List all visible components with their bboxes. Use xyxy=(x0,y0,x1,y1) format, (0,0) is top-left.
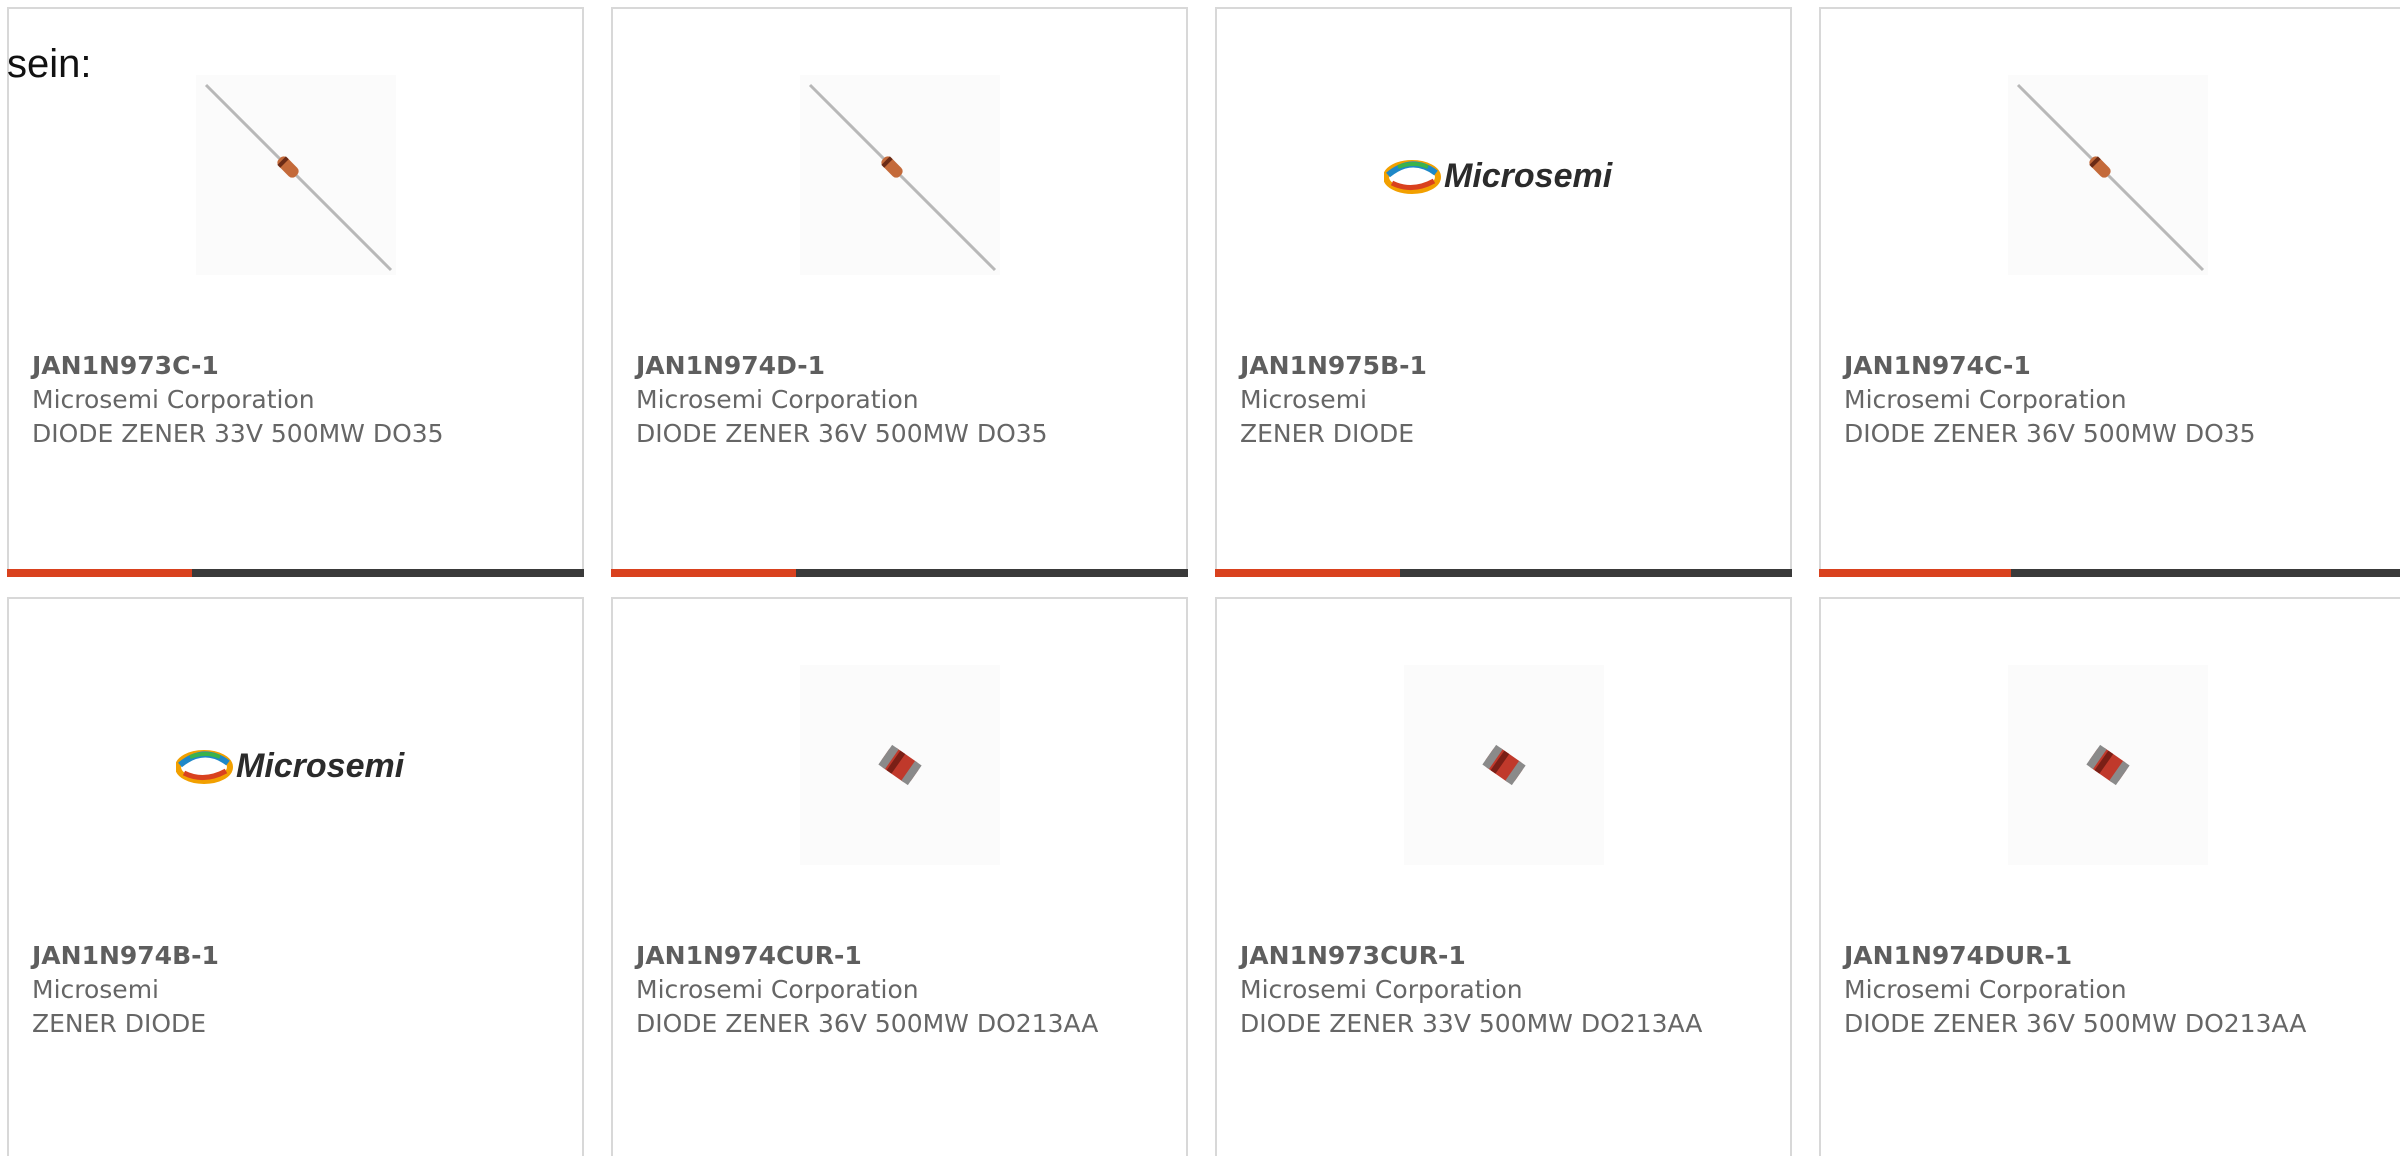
product-card[interactable]: JAN1N973C-1 Microsemi Corporation DIODE … xyxy=(7,7,584,577)
manufacturer: Microsemi xyxy=(1240,385,1367,414)
product-info: JAN1N974DUR-1 Microsemi Corporation DIOD… xyxy=(1844,939,2387,1041)
progress-bar xyxy=(1819,569,2400,577)
product-card[interactable]: JAN1N974C-1 Microsemi Corporation DIODE … xyxy=(1819,7,2400,577)
axial-diode-icon xyxy=(204,83,392,272)
description: ZENER DIODE xyxy=(1240,419,1415,448)
product-image[interactable] xyxy=(1217,665,1790,865)
manufacturer: Microsemi Corporation xyxy=(636,385,919,414)
product-grid-page: sein: JAN1N973C-1 Microsemi Corporation … xyxy=(0,0,2400,1156)
product-info: JAN1N974C-1 Microsemi Corporation DIODE … xyxy=(1844,349,2387,451)
axial-diode-icon xyxy=(2016,83,2204,272)
progress-fill xyxy=(1215,569,1400,577)
progress-bar xyxy=(611,569,1188,577)
manufacturer: Microsemi Corporation xyxy=(636,975,919,1004)
description: DIODE ZENER 36V 500MW DO35 xyxy=(1844,419,2256,448)
microsemi-logo: Microsemi xyxy=(1383,157,1614,195)
product-info: JAN1N975B-1 Microsemi ZENER DIODE xyxy=(1240,349,1770,451)
product-card[interactable]: JAN1N974DUR-1 Microsemi Corporation DIOD… xyxy=(1819,597,2400,1156)
product-info: JAN1N974CUR-1 Microsemi Corporation DIOD… xyxy=(636,939,1166,1041)
product-info: JAN1N974D-1 Microsemi Corporation DIODE … xyxy=(636,349,1166,451)
part-number[interactable]: JAN1N975B-1 xyxy=(1240,349,1770,383)
part-number[interactable]: JAN1N973C-1 xyxy=(32,349,562,383)
svg-text:Microsemi: Microsemi xyxy=(1444,157,1614,195)
part-number[interactable]: JAN1N974DUR-1 xyxy=(1844,939,2387,973)
manufacturer: Microsemi Corporation xyxy=(1844,385,2127,414)
melf-diode-icon xyxy=(2085,744,2130,786)
part-number[interactable]: JAN1N974CUR-1 xyxy=(636,939,1166,973)
product-info: JAN1N973C-1 Microsemi Corporation DIODE … xyxy=(32,349,562,451)
product-image[interactable] xyxy=(1821,75,2394,275)
manufacturer: Microsemi Corporation xyxy=(32,385,315,414)
progress-bar xyxy=(7,569,584,577)
product-image[interactable] xyxy=(9,75,582,275)
product-card[interactable]: JAN1N974D-1 Microsemi Corporation DIODE … xyxy=(611,7,1188,577)
microsemi-logo: Microsemi xyxy=(175,747,406,785)
product-image[interactable]: Microsemi xyxy=(9,665,582,865)
manufacturer: Microsemi xyxy=(32,975,159,1004)
melf-diode-icon xyxy=(1481,744,1526,786)
description: ZENER DIODE xyxy=(32,1009,207,1038)
part-number[interactable]: JAN1N974C-1 xyxy=(1844,349,2387,383)
manufacturer: Microsemi Corporation xyxy=(1844,975,2127,1004)
product-card[interactable]: JAN1N973CUR-1 Microsemi Corporation DIOD… xyxy=(1215,597,1792,1156)
product-image[interactable]: Microsemi xyxy=(1217,75,1790,275)
product-card[interactable]: JAN1N974CUR-1 Microsemi Corporation DIOD… xyxy=(611,597,1188,1156)
description: DIODE ZENER 36V 500MW DO213AA xyxy=(636,1009,1099,1038)
melf-diode-icon xyxy=(877,744,922,786)
description: DIODE ZENER 33V 500MW DO35 xyxy=(32,419,444,448)
part-number[interactable]: JAN1N974B-1 xyxy=(32,939,562,973)
product-info: JAN1N974B-1 Microsemi ZENER DIODE xyxy=(32,939,562,1041)
progress-fill xyxy=(1819,569,2012,577)
progress-bar xyxy=(1215,569,1792,577)
product-image[interactable] xyxy=(1821,665,2394,865)
description: DIODE ZENER 36V 500MW DO35 xyxy=(636,419,1048,448)
manufacturer: Microsemi Corporation xyxy=(1240,975,1523,1004)
progress-fill xyxy=(7,569,192,577)
product-image[interactable] xyxy=(613,75,1186,275)
product-info: JAN1N973CUR-1 Microsemi Corporation DIOD… xyxy=(1240,939,1770,1041)
description: DIODE ZENER 33V 500MW DO213AA xyxy=(1240,1009,1703,1038)
product-card[interactable]: Microsemi JAN1N975B-1 Microsemi ZENER DI… xyxy=(1215,7,1792,577)
progress-fill xyxy=(611,569,796,577)
svg-text:Microsemi: Microsemi xyxy=(236,747,406,785)
part-number[interactable]: JAN1N973CUR-1 xyxy=(1240,939,1770,973)
lead-text: sein: xyxy=(7,42,92,86)
description: DIODE ZENER 36V 500MW DO213AA xyxy=(1844,1009,2307,1038)
axial-diode-icon xyxy=(808,83,996,272)
part-number[interactable]: JAN1N974D-1 xyxy=(636,349,1166,383)
product-image[interactable] xyxy=(613,665,1186,865)
product-card[interactable]: Microsemi JAN1N974B-1 Microsemi ZENER DI… xyxy=(7,597,584,1156)
